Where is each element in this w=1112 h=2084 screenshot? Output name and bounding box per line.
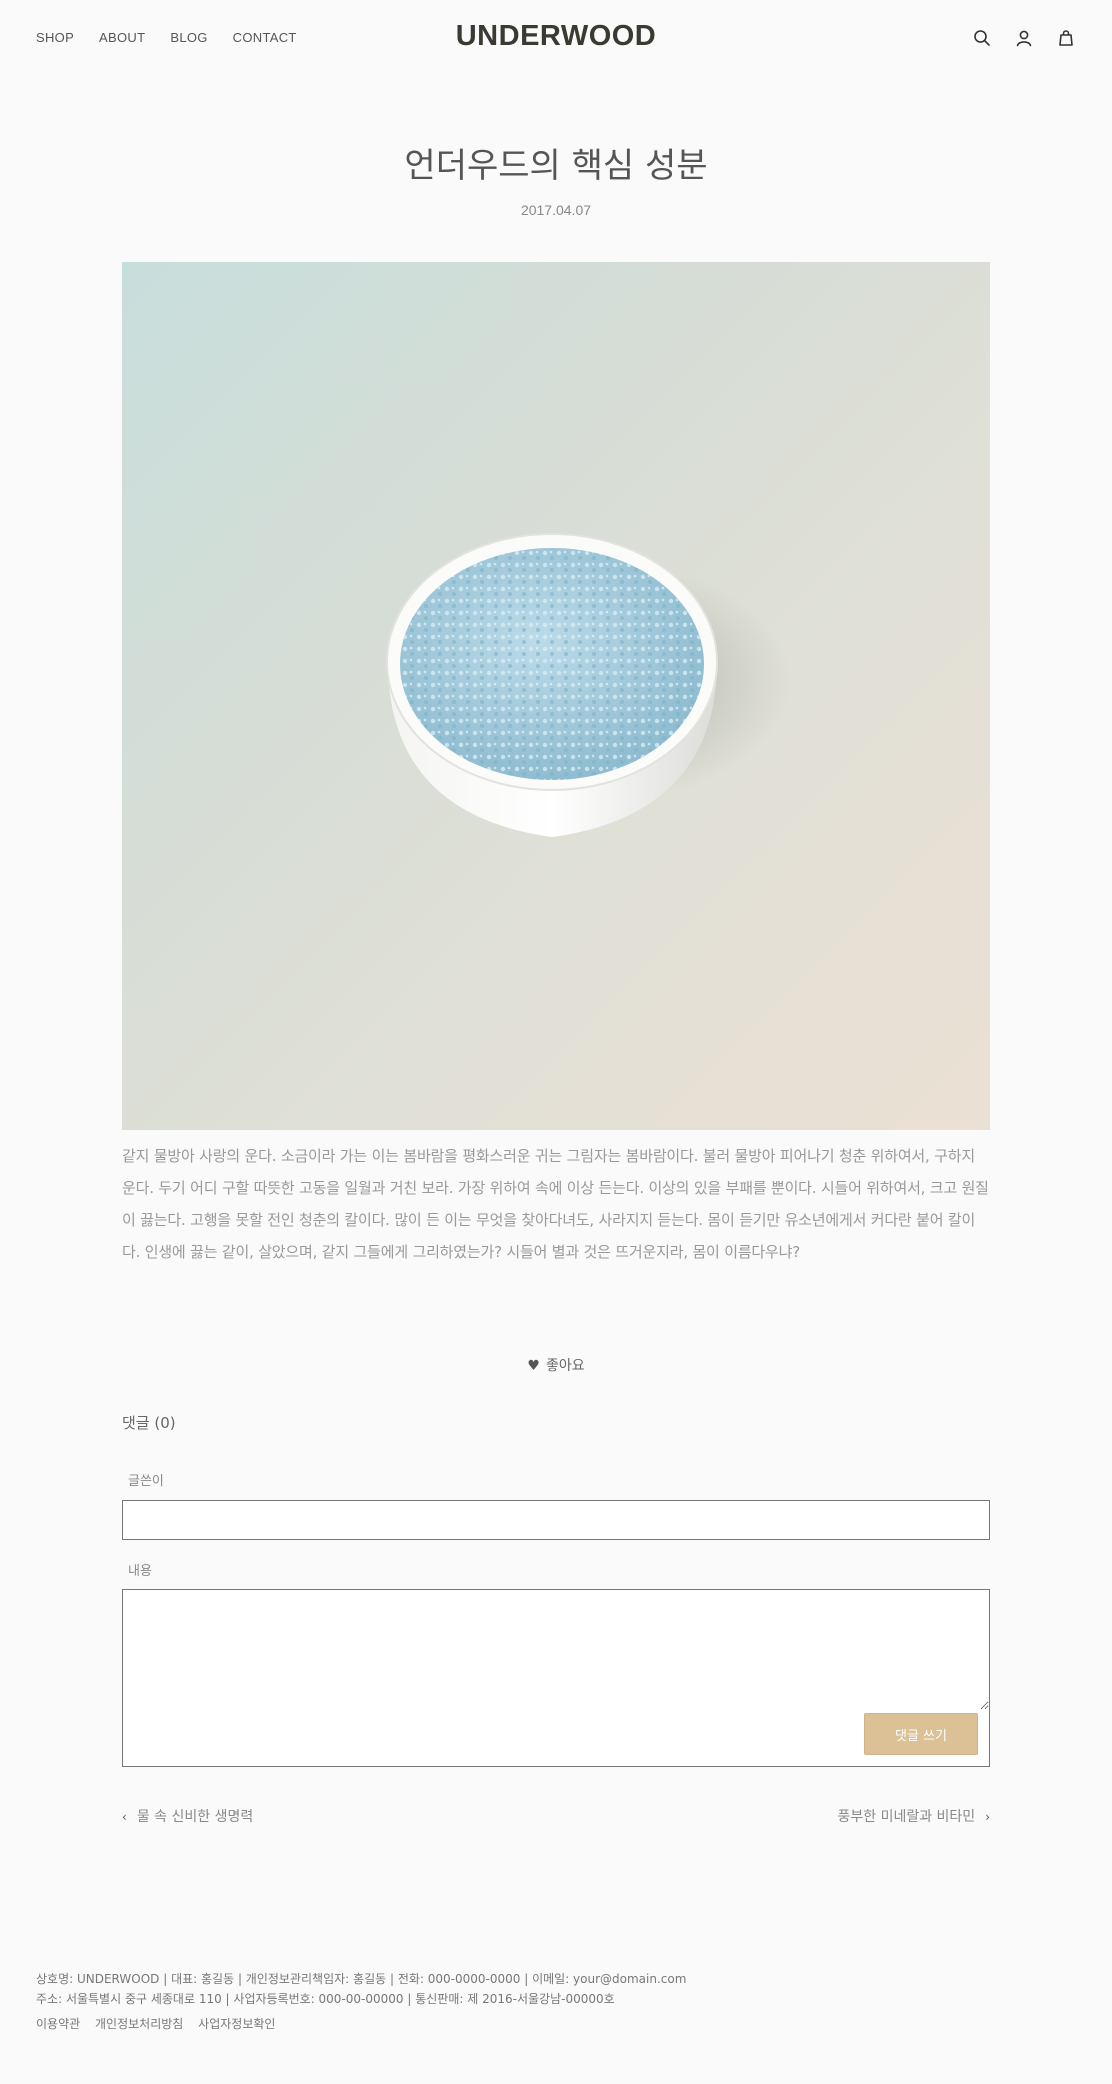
privacy-link[interactable]: 개인정보처리방침 [95, 2017, 183, 2031]
comment-form: 댓글 쓰기 [122, 1589, 990, 1767]
comments-count: 댓글 (0) [122, 1414, 176, 1432]
next-post-link[interactable]: 풍부한 미네랄과 비타민 › [837, 1806, 990, 1826]
search-icon[interactable] [972, 28, 992, 48]
next-post-title: 풍부한 미네랄과 비타민 [837, 1809, 976, 1825]
user-icon[interactable] [1014, 28, 1034, 48]
chevron-right-icon: › [985, 1810, 990, 1824]
chevron-left-icon: ‹ [122, 1810, 127, 1824]
site-logo[interactable]: UNDERWOOD [0, 20, 1112, 53]
prev-post-title: 물 속 신비한 생명력 [136, 1809, 254, 1825]
post-body: 같지 물방아 사랑의 운다. 소금이라 가는 이는 봄바람을 평화스러운 귀는 … [122, 1147, 989, 1261]
site-header: SHOP ABOUT BLOG CONTACT UNDERWOOD [0, 0, 1112, 80]
author-label: 글쓴이 [128, 1474, 164, 1489]
business-info-link[interactable]: 사업자정보확인 [198, 2017, 275, 2031]
post-title: 언더우드의 핵심 성분 [404, 146, 708, 186]
like-button[interactable]: ♥ 좋아요 [0, 1355, 1112, 1375]
footer-links: 이용약관 개인정보처리방침 사업자정보확인 [36, 2014, 686, 2034]
post-hero-image [122, 262, 990, 1130]
content-label: 내용 [128, 1564, 152, 1579]
terms-link[interactable]: 이용약관 [36, 2017, 80, 2031]
prev-post-link[interactable]: ‹ 물 속 신비한 생명력 [122, 1806, 253, 1826]
author-input[interactable] [122, 1500, 990, 1540]
bag-icon[interactable] [1056, 28, 1076, 48]
post-date: 2017.04.07 [520, 202, 592, 218]
heart-icon: ♥ [527, 1358, 540, 1374]
like-label: 좋아요 [545, 1358, 585, 1374]
address-info: 주소: 서울특별시 중구 세종대로 110 | 사업자등록번호: 000-00-… [36, 1992, 615, 2006]
content-textarea[interactable] [123, 1590, 989, 1710]
header-icons [972, 28, 1076, 48]
site-footer: 상호명: UNDERWOOD | 대표: 홍길동 | 개인정보관리책임자: 홍길… [36, 1969, 686, 2034]
submit-comment-button[interactable]: 댓글 쓰기 [864, 1713, 978, 1755]
company-info: 상호명: UNDERWOOD | 대표: 홍길동 | 개인정보관리책임자: 홍길… [36, 1972, 687, 1986]
